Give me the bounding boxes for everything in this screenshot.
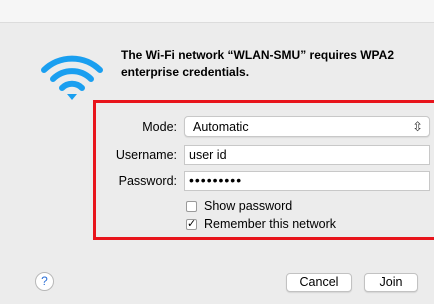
password-label: Password: <box>118 174 177 188</box>
window-titlebar <box>0 0 434 23</box>
mode-select[interactable]: Automatic ⇳ <box>184 116 430 137</box>
chevron-updown-icon: ⇳ <box>412 119 423 134</box>
username-field[interactable]: user id <box>184 145 430 165</box>
show-password-label: Show password <box>204 199 293 213</box>
mode-label: Mode: <box>142 120 177 134</box>
cancel-button[interactable]: Cancel <box>286 273 352 292</box>
show-password-option[interactable]: Show password <box>186 199 292 213</box>
help-button[interactable]: ? <box>35 272 54 291</box>
join-button[interactable]: Join <box>364 273 418 292</box>
show-password-checkbox[interactable] <box>186 200 197 212</box>
mode-value: Automatic <box>193 120 249 134</box>
password-field[interactable]: ••••••••• <box>184 171 430 191</box>
remember-network-option[interactable]: ✓ Remember this network <box>186 217 336 231</box>
username-label: Username: <box>115 148 177 162</box>
checkmark-icon: ✓ <box>187 217 197 230</box>
remember-network-checkbox[interactable]: ✓ <box>186 217 197 230</box>
remember-network-label: Remember this network <box>204 217 336 231</box>
dialog-message: The Wi-Fi network “WLAN-SMU” requires WP… <box>121 48 395 79</box>
wifi-icon <box>41 55 103 100</box>
